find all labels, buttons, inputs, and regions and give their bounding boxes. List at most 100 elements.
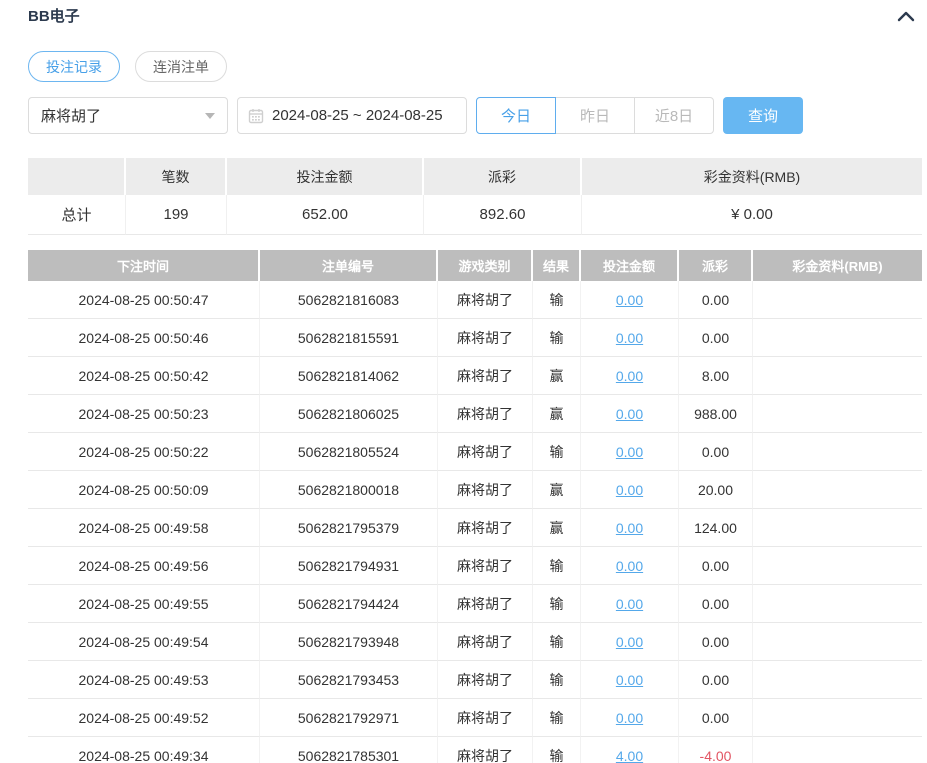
result-cell: 赢 <box>533 471 581 509</box>
bet-time-cell: 2024-08-25 00:49:58 <box>28 509 260 547</box>
payout-cell: 0.00 <box>679 585 753 623</box>
order-id-cell: 5062821815591 <box>260 319 438 357</box>
payout-cell: 0.00 <box>679 699 753 737</box>
summary-count: 199 <box>126 195 227 235</box>
game-type-cell: 麻将胡了 <box>438 509 533 547</box>
payout-cell: 20.00 <box>679 471 753 509</box>
records-tbody: 2024-08-25 00:50:475062821816083麻将胡了输0.0… <box>28 281 922 763</box>
page-title: BB电子 <box>28 5 80 26</box>
bet-amount-cell: 0.00 <box>581 661 679 699</box>
bet-amount-cell: 0.00 <box>581 395 679 433</box>
payout-cell: 0.00 <box>679 623 753 661</box>
bet-amount-link[interactable]: 0.00 <box>616 368 643 384</box>
jackpot-cell <box>753 433 922 471</box>
result-cell: 输 <box>533 319 581 357</box>
table-row: 2024-08-25 00:49:525062821792971麻将胡了输0.0… <box>28 699 922 737</box>
summary-jackpot: ¥ 0.00 <box>582 195 922 235</box>
jackpot-cell <box>753 281 922 319</box>
collapse-panel-button[interactable] <box>895 8 917 24</box>
summary-total-row: 总计 199 652.00 892.60 ¥ 0.00 <box>28 195 922 235</box>
bet-amount-cell: 0.00 <box>581 357 679 395</box>
bet-amount-cell: 0.00 <box>581 471 679 509</box>
bet-amount-link[interactable]: 0.00 <box>616 672 643 688</box>
records-header-row: 下注时间注单编号游戏类别结果投注金额派彩彩金资料(RMB) <box>28 250 922 281</box>
order-id-cell: 5062821793948 <box>260 623 438 661</box>
bet-amount-cell: 0.00 <box>581 433 679 471</box>
game-type-cell: 麻将胡了 <box>438 471 533 509</box>
bet-time-cell: 2024-08-25 00:49:52 <box>28 699 260 737</box>
tab-betting-records[interactable]: 投注记录 <box>28 51 120 82</box>
jackpot-cell <box>753 547 922 585</box>
bet-amount-cell: 0.00 <box>581 623 679 661</box>
summary-total-label: 总计 <box>28 195 126 235</box>
range-yesterday-button[interactable]: 昨日 <box>555 97 635 134</box>
result-cell: 赢 <box>533 395 581 433</box>
bet-amount-link[interactable]: 4.00 <box>616 748 643 763</box>
game-select[interactable]: 麻将胡了 <box>28 97 228 134</box>
game-type-cell: 麻将胡了 <box>438 547 533 585</box>
jackpot-cell <box>753 395 922 433</box>
payout-cell: 0.00 <box>679 433 753 471</box>
order-id-cell: 5062821805524 <box>260 433 438 471</box>
summary-payout: 892.60 <box>424 195 582 235</box>
records-header-cell: 派彩 <box>679 250 753 281</box>
payout-cell: 8.00 <box>679 357 753 395</box>
summary-header-cell: 彩金资料(RMB) <box>582 158 922 195</box>
bet-amount-link[interactable]: 0.00 <box>616 710 643 726</box>
table-row: 2024-08-25 00:49:555062821794424麻将胡了输0.0… <box>28 585 922 623</box>
bet-amount-link[interactable]: 0.00 <box>616 520 643 536</box>
payout-cell: 0.00 <box>679 661 753 699</box>
payout-cell: -4.00 <box>679 737 753 763</box>
caret-down-icon <box>205 113 215 119</box>
tab-cancelled-orders[interactable]: 连消注单 <box>135 51 227 82</box>
panel-header: BB电子 <box>0 0 927 26</box>
table-row: 2024-08-25 00:50:225062821805524麻将胡了输0.0… <box>28 433 922 471</box>
result-cell: 输 <box>533 433 581 471</box>
bet-amount-link[interactable]: 0.00 <box>616 634 643 650</box>
bet-amount-link[interactable]: 0.00 <box>616 558 643 574</box>
bet-amount-link[interactable]: 0.00 <box>616 596 643 612</box>
bet-time-cell: 2024-08-25 00:50:22 <box>28 433 260 471</box>
order-id-cell: 5062821785301 <box>260 737 438 763</box>
table-row: 2024-08-25 00:50:235062821806025麻将胡了赢0.0… <box>28 395 922 433</box>
search-button[interactable]: 查询 <box>723 97 803 134</box>
records-header-cell: 下注时间 <box>28 250 260 281</box>
order-id-cell: 5062821800018 <box>260 471 438 509</box>
records-header-cell: 彩金资料(RMB) <box>753 250 922 281</box>
jackpot-cell <box>753 319 922 357</box>
records-header-cell: 游戏类别 <box>438 250 533 281</box>
bet-amount-link[interactable]: 0.00 <box>616 330 643 346</box>
payout-cell: 988.00 <box>679 395 753 433</box>
table-row: 2024-08-25 00:50:425062821814062麻将胡了赢0.0… <box>28 357 922 395</box>
result-cell: 输 <box>533 699 581 737</box>
result-cell: 输 <box>533 547 581 585</box>
game-type-cell: 麻将胡了 <box>438 395 533 433</box>
order-id-cell: 5062821794931 <box>260 547 438 585</box>
filter-bar: 麻将胡了 2024-08-25 ~ 2024-08-25 今日 昨日 近8日 查… <box>28 97 927 134</box>
bet-time-cell: 2024-08-25 00:49:55 <box>28 585 260 623</box>
game-type-cell: 麻将胡了 <box>438 281 533 319</box>
bet-amount-cell: 4.00 <box>581 737 679 763</box>
quick-range-group: 今日 昨日 近8日 <box>476 97 714 134</box>
bet-amount-link[interactable]: 0.00 <box>616 292 643 308</box>
game-type-cell: 麻将胡了 <box>438 737 533 763</box>
bet-amount-link[interactable]: 0.00 <box>616 406 643 422</box>
table-row: 2024-08-25 00:49:565062821794931麻将胡了输0.0… <box>28 547 922 585</box>
bet-time-cell: 2024-08-25 00:50:23 <box>28 395 260 433</box>
range-today-button[interactable]: 今日 <box>476 97 556 134</box>
bet-time-cell: 2024-08-25 00:50:09 <box>28 471 260 509</box>
summary-header-cell: 笔数 <box>126 158 227 195</box>
range-last8days-button[interactable]: 近8日 <box>634 97 714 134</box>
bet-amount-link[interactable]: 0.00 <box>616 482 643 498</box>
bet-amount-link[interactable]: 0.00 <box>616 444 643 460</box>
jackpot-cell <box>753 585 922 623</box>
table-row: 2024-08-25 00:49:545062821793948麻将胡了输0.0… <box>28 623 922 661</box>
bet-amount-cell: 0.00 <box>581 319 679 357</box>
result-cell: 输 <box>533 661 581 699</box>
calendar-icon <box>248 108 264 124</box>
game-type-cell: 麻将胡了 <box>438 661 533 699</box>
result-cell: 输 <box>533 585 581 623</box>
records-table: 下注时间注单编号游戏类别结果投注金额派彩彩金资料(RMB) 2024-08-25… <box>28 250 922 763</box>
date-range-input[interactable]: 2024-08-25 ~ 2024-08-25 <box>237 97 467 134</box>
jackpot-cell <box>753 471 922 509</box>
